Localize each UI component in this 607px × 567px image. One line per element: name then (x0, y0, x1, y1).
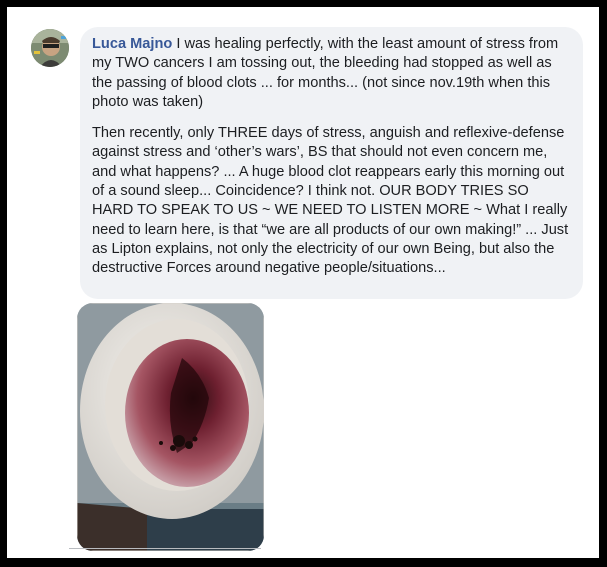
comment-frame: Luca Majno I was healing perfectly, with… (7, 7, 599, 558)
avatar[interactable] (31, 29, 69, 67)
comment-paragraph-1: Luca Majno I was healing perfectly, with… (92, 35, 571, 112)
comment-paragraph-2: Then recently, only THREE days of stress… (92, 125, 569, 277)
avatar-image (31, 29, 69, 67)
comment-bubble: Luca Majno I was healing perfectly, with… (80, 27, 583, 299)
toilet-bowl-photo (77, 303, 264, 551)
attached-photo[interactable] (77, 303, 264, 551)
author-name-link[interactable]: Luca Majno (92, 36, 172, 52)
divider-line (69, 548, 261, 549)
